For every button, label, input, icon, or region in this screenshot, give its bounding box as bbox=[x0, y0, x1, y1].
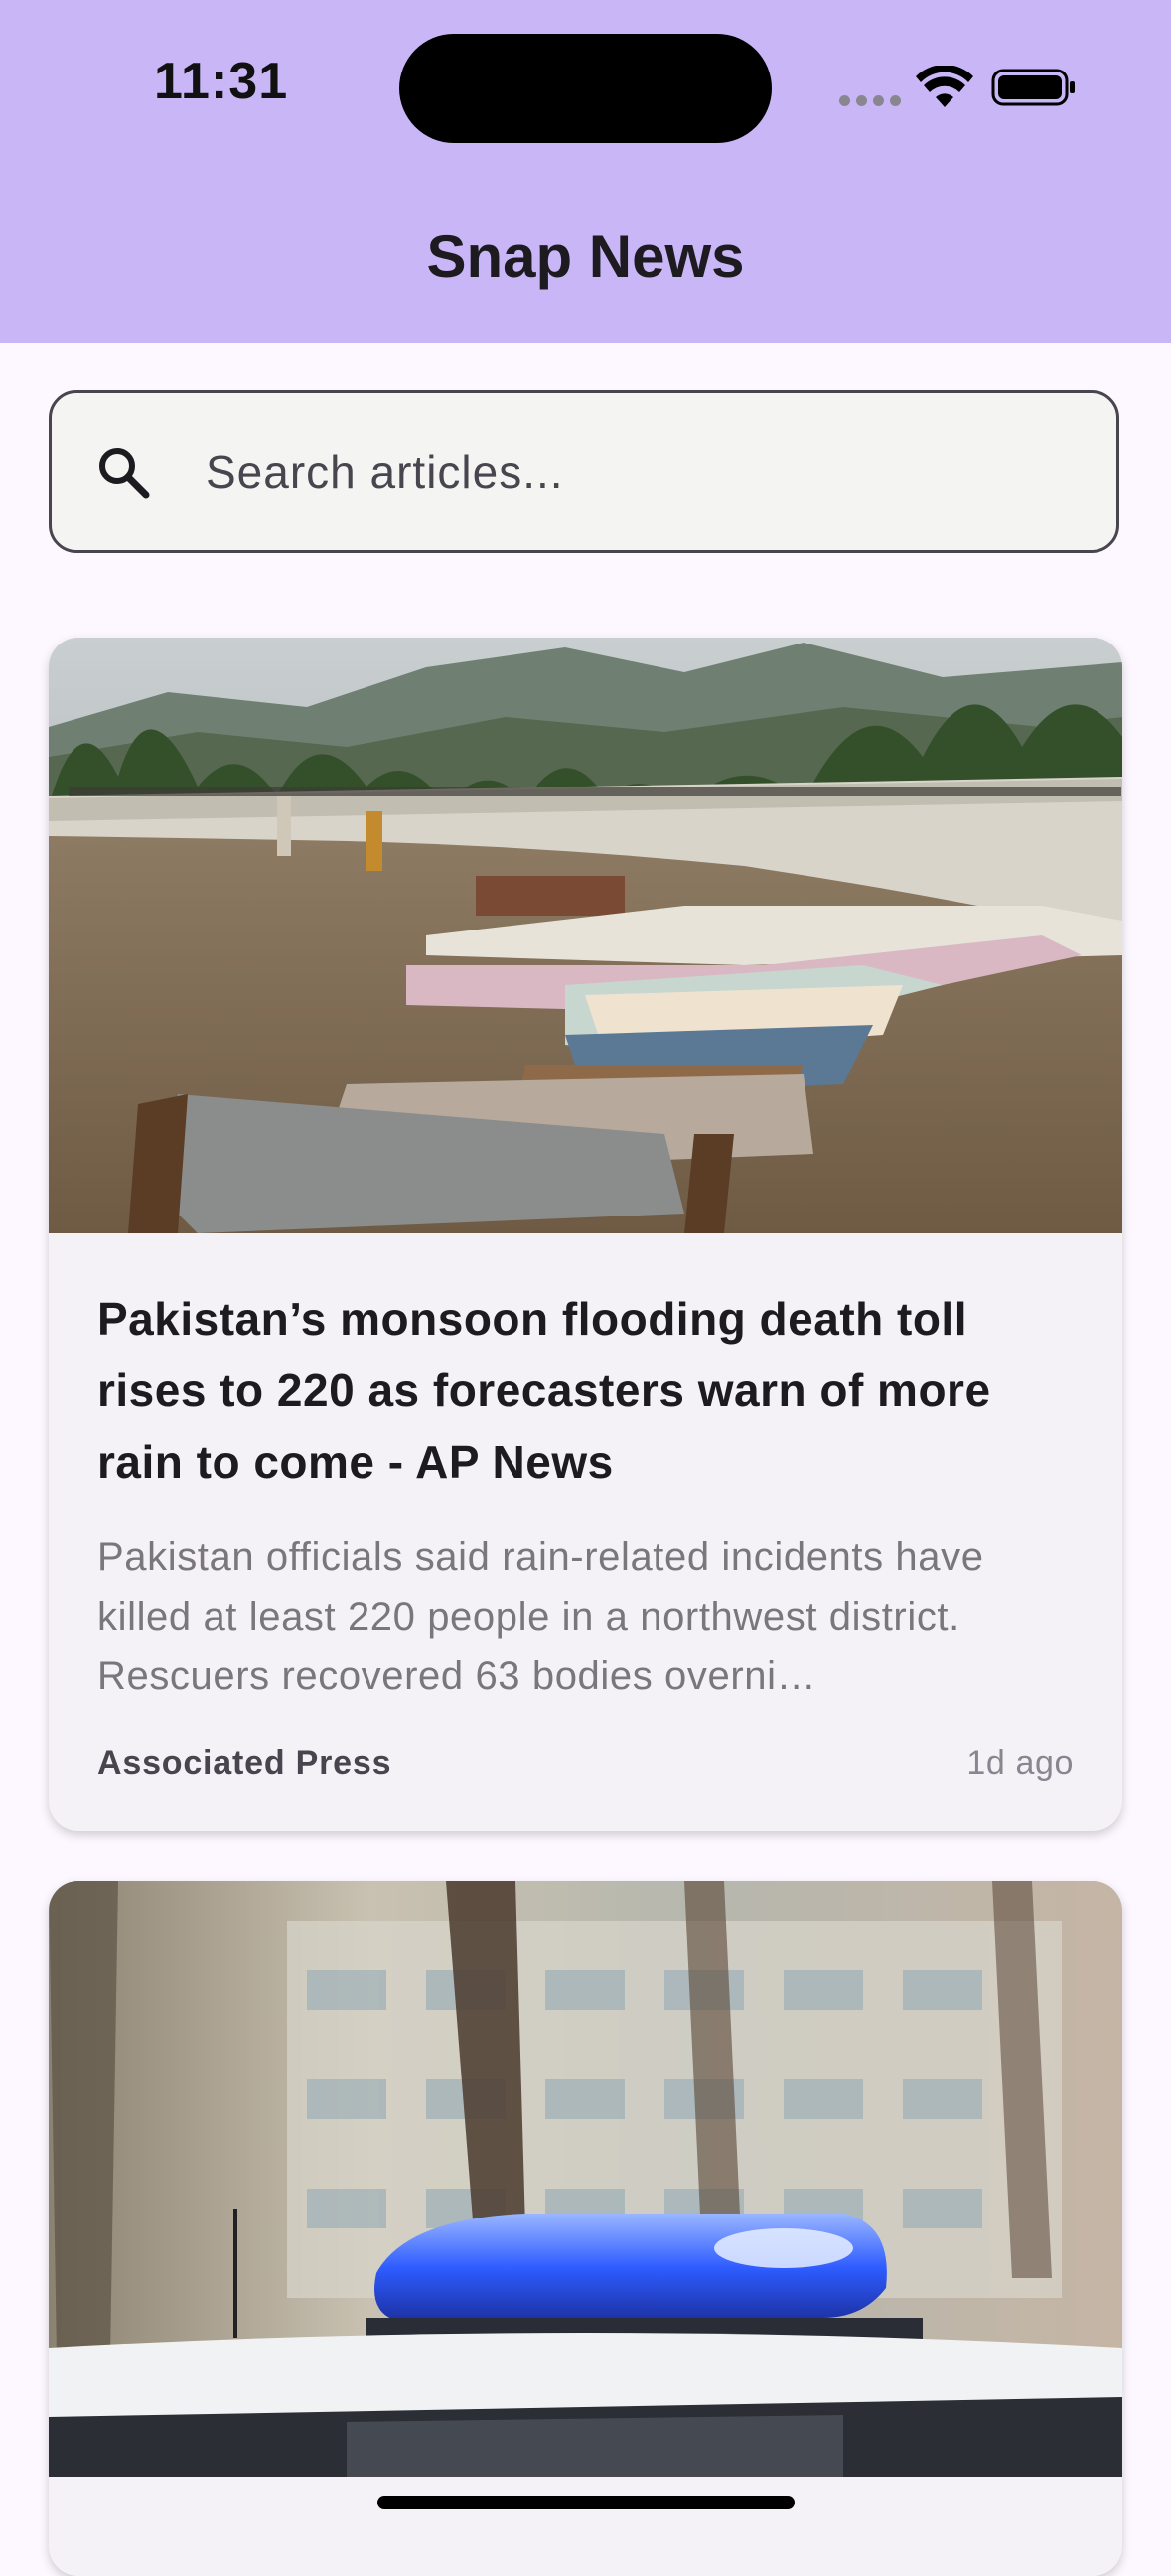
article-image bbox=[49, 638, 1122, 1233]
article-title[interactable]: Pakistan’s monsoon flooding death toll r… bbox=[97, 1283, 1074, 1498]
search-input[interactable] bbox=[206, 393, 1080, 550]
search-bar[interactable] bbox=[49, 390, 1119, 553]
article-timestamp: 1d ago bbox=[966, 1744, 1074, 1782]
app-title: Snap News bbox=[426, 223, 745, 290]
article-card[interactable]: Pakistan’s monsoon flooding death toll r… bbox=[49, 638, 1122, 1831]
article-card[interactable] bbox=[49, 1881, 1122, 2576]
article-body: Pakistan’s monsoon flooding death toll r… bbox=[97, 1283, 1074, 1783]
article-source: Associated Press bbox=[97, 1744, 392, 1782]
battery-icon bbox=[991, 69, 1075, 106]
search-icon bbox=[99, 448, 150, 499]
article-meta: Associated Press 1d ago bbox=[97, 1744, 1074, 1783]
home-indicator[interactable] bbox=[377, 2496, 795, 2509]
article-description: Pakistan officials said rain-related inc… bbox=[97, 1535, 984, 1698]
dynamic-island bbox=[399, 34, 772, 143]
wifi-icon bbox=[916, 66, 973, 107]
status-bar-time: 11:31 bbox=[154, 53, 289, 110]
article-image bbox=[49, 1881, 1122, 2477]
cellular-signal-icon bbox=[839, 95, 901, 106]
app-header: 11:31 Snap News bbox=[0, 0, 1171, 343]
